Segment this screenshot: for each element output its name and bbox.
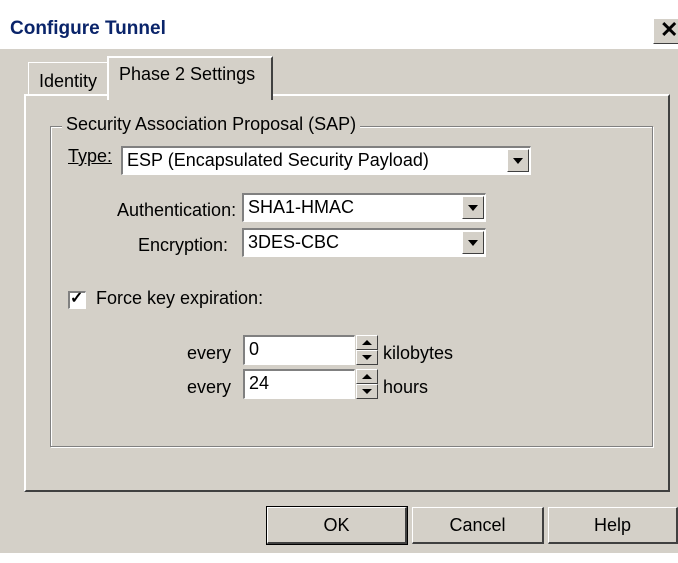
window-title: Configure Tunnel (10, 18, 166, 39)
authentication-label: Authentication: (117, 200, 237, 220)
encryption-label: Encryption: (138, 235, 229, 255)
authentication-value: SHA1-HMAC (248, 197, 355, 217)
every-label: every (187, 377, 232, 397)
authentication-select[interactable]: SHA1-HMAC (242, 193, 486, 222)
force-key-checkbox[interactable]: ✓ (68, 290, 86, 309)
hours-unit: hours (383, 377, 429, 397)
type-label-text: Type: (68, 146, 113, 166)
hours-value: 24 (249, 373, 270, 393)
tab-identity[interactable]: Identity (28, 62, 108, 96)
kilobytes-spinner[interactable] (356, 335, 378, 365)
spin-down-icon[interactable] (356, 384, 378, 399)
hours-input[interactable]: 24 (243, 369, 355, 399)
encryption-value: 3DES-CBC (248, 232, 340, 252)
kilobytes-input[interactable]: 0 (243, 335, 355, 365)
spin-up-icon[interactable] (356, 335, 378, 350)
force-key-label: Force key expiration: (96, 288, 264, 308)
tab-label: Identity (39, 71, 98, 91)
cancel-button[interactable]: Cancel (412, 507, 544, 544)
close-icon: ✕ (660, 17, 678, 42)
chevron-down-icon[interactable] (462, 196, 484, 219)
spin-down-icon[interactable] (356, 350, 378, 365)
chevron-down-icon[interactable] (462, 231, 484, 254)
help-button[interactable]: Help (548, 507, 678, 544)
encryption-select[interactable]: 3DES-CBC (242, 228, 486, 257)
sap-legend: Security Association Proposal (SAP) (62, 114, 361, 135)
close-button[interactable]: ✕ (653, 17, 678, 44)
type-select[interactable]: ESP (Encapsulated Security Payload) (121, 146, 531, 175)
hours-spinner[interactable] (356, 369, 378, 399)
ok-button[interactable]: OK (266, 506, 408, 545)
type-value: ESP (Encapsulated Security Payload) (127, 150, 429, 170)
every-label: every (187, 343, 232, 363)
check-icon: ✓ (70, 290, 84, 307)
spin-up-icon[interactable] (356, 369, 378, 384)
window-bottom-edge (0, 553, 678, 563)
type-label: Type: (68, 146, 112, 167)
tab-phase-2-settings[interactable]: Phase 2 Settings (107, 56, 273, 100)
tab-label: Phase 2 Settings (119, 64, 256, 84)
chevron-down-icon[interactable] (507, 149, 529, 172)
kilobytes-unit: kilobytes (383, 343, 454, 363)
kilobytes-value: 0 (249, 339, 260, 359)
